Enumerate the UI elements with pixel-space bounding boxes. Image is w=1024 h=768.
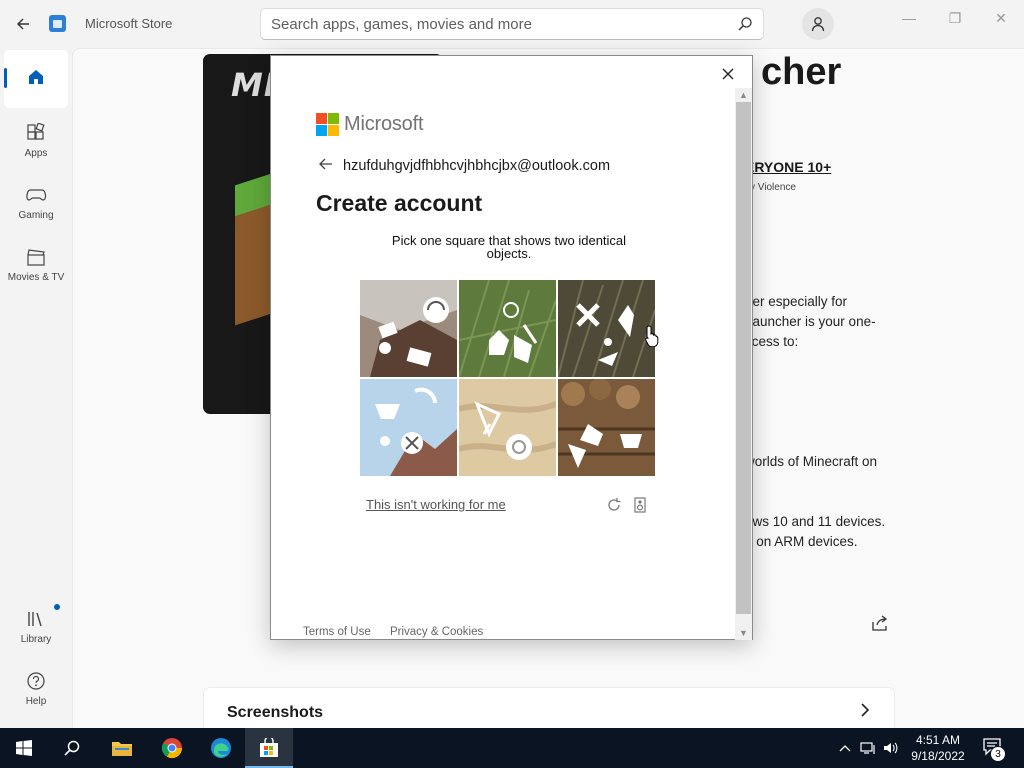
clapperboard-icon <box>27 249 45 266</box>
captcha-grid <box>360 280 658 478</box>
file-explorer-taskbar-icon[interactable] <box>98 728 146 768</box>
taskbar-search-button[interactable] <box>48 728 96 768</box>
close-dialog-button[interactable] <box>718 64 738 84</box>
scroll-thumb[interactable] <box>736 102 751 614</box>
minimize-button[interactable]: — <box>886 6 932 30</box>
email-identity: hzufduhgvjdfhbhcvjhbhcjbx@outlook.com <box>319 157 610 174</box>
hand-cursor-icon <box>645 325 659 347</box>
nav-label-movies-tv: Movies & TV <box>7 272 65 283</box>
captcha-instruction: Pick one square that shows two identical… <box>391 233 627 261</box>
edge-taskbar-icon[interactable] <box>197 728 245 768</box>
reload-icon[interactable] <box>605 496 623 514</box>
nav-label-library: Library <box>20 634 52 645</box>
captcha-tile[interactable] <box>360 280 457 377</box>
notification-count-badge: 3 <box>990 746 1006 762</box>
title-bar: Microsoft Store — ❐ ✕ <box>0 0 1024 48</box>
network-icon[interactable] <box>860 741 876 755</box>
age-rating[interactable]: ERYONE 10+ <box>745 159 831 175</box>
search-icon <box>64 740 80 756</box>
nav-label-help: Help <box>25 696 47 707</box>
maximize-button[interactable]: ❐ <box>932 6 978 30</box>
chrome-icon <box>161 738 183 759</box>
captcha-tile[interactable] <box>360 379 457 476</box>
dialog-footer: Terms of Use Privacy & Cookies <box>303 626 499 638</box>
account-email: hzufduhgvjdfhbhcvjhbhcjbx@outlook.com <box>343 157 611 174</box>
ms-logo-square <box>328 113 339 124</box>
captcha-tile[interactable] <box>459 379 556 476</box>
close-window-button[interactable]: ✕ <box>978 6 1024 30</box>
apps-icon <box>27 123 45 140</box>
not-working-link[interactable]: This isn't working for me <box>366 497 506 512</box>
account-avatar[interactable] <box>802 8 834 40</box>
library-icon <box>28 612 42 627</box>
microsoft-logo: Microsoft <box>316 113 424 136</box>
search-box[interactable] <box>260 8 764 40</box>
nav-item-apps[interactable]: Apps <box>4 112 68 170</box>
ms-logo-square <box>316 113 327 124</box>
edge-icon <box>211 738 231 758</box>
person-icon <box>811 17 825 32</box>
audio-challenge-icon[interactable] <box>634 497 646 513</box>
back-arrow-icon[interactable] <box>319 157 335 174</box>
ms-logo-square <box>316 125 327 136</box>
home-icon <box>29 69 43 84</box>
description-line: worlds of Minecraft on <box>745 454 878 469</box>
captcha-tile-selected[interactable] <box>558 280 655 377</box>
product-title: cher <box>761 51 842 93</box>
system-tray <box>838 728 899 768</box>
gamepad-icon <box>26 189 47 201</box>
taskbar-clock[interactable]: 4:51 AM 9/18/2022 <box>906 732 970 764</box>
taskbar: 4:51 AM 9/18/2022 <box>0 728 1024 768</box>
close-icon <box>722 68 734 80</box>
captcha-tile[interactable] <box>558 379 655 476</box>
ms-logo-square <box>328 125 339 136</box>
description-line: ows 10 and 11 devices. <box>745 514 886 529</box>
nav-item-gaming[interactable]: Gaming <box>4 174 68 232</box>
library-update-dot <box>54 604 60 610</box>
scroll-up-arrow[interactable]: ▲ <box>735 88 752 102</box>
chevron-right-icon[interactable] <box>860 702 870 723</box>
nav-item-movies-tv[interactable]: Movies & TV <box>4 236 68 294</box>
clock-time: 4:51 AM <box>915 733 961 747</box>
screenshots-title: Screenshots <box>227 704 324 721</box>
store-bag-icon <box>260 738 278 757</box>
back-button[interactable] <box>8 10 38 38</box>
windows-icon <box>16 740 32 756</box>
back-arrow-icon <box>17 18 29 30</box>
nav-label-gaming: Gaming <box>18 210 54 221</box>
nav-item-home[interactable] <box>4 50 68 108</box>
share-icon[interactable] <box>871 614 889 632</box>
dialog-scrollbar[interactable]: ▲ ▼ <box>735 88 752 640</box>
left-nav: Apps Gaming Movies & TV Library Help <box>0 48 72 728</box>
search-icon[interactable] <box>737 16 753 32</box>
description-line: Launcher is your one- <box>745 314 876 329</box>
store-logo-icon <box>49 15 66 32</box>
create-account-dialog: ▲ ▼ Microsoft hzufduhgvjdfhbhcvjhbhcjbx@… <box>270 55 753 640</box>
store-taskbar-icon[interactable] <box>245 728 293 768</box>
description-line: d on ARM devices. <box>745 534 858 549</box>
clock-date: 9/18/2022 <box>911 749 965 763</box>
help-icon <box>27 672 45 690</box>
captcha-tile[interactable] <box>459 280 556 377</box>
app-title: Microsoft Store <box>85 16 173 31</box>
scroll-down-arrow[interactable]: ▼ <box>735 626 752 640</box>
chevron-up-icon[interactable] <box>838 743 852 753</box>
dialog-title: Create account <box>316 190 483 216</box>
nav-label-apps: Apps <box>24 148 48 159</box>
microsoft-logo-icon <box>316 113 339 136</box>
search-input[interactable] <box>261 9 701 39</box>
screenshots-section[interactable]: Screenshots <box>203 687 895 728</box>
folder-icon <box>112 742 132 756</box>
volume-icon[interactable] <box>883 741 899 755</box>
microsoft-wordmark: Microsoft <box>344 113 424 135</box>
description-line: her especially for <box>745 294 848 309</box>
nav-item-help[interactable]: Help <box>4 660 68 718</box>
privacy-link[interactable]: Privacy & Cookies <box>390 626 483 638</box>
chrome-taskbar-icon[interactable] <box>148 728 196 768</box>
terms-link[interactable]: Terms of Use <box>303 626 371 638</box>
start-button[interactable] <box>0 728 48 768</box>
